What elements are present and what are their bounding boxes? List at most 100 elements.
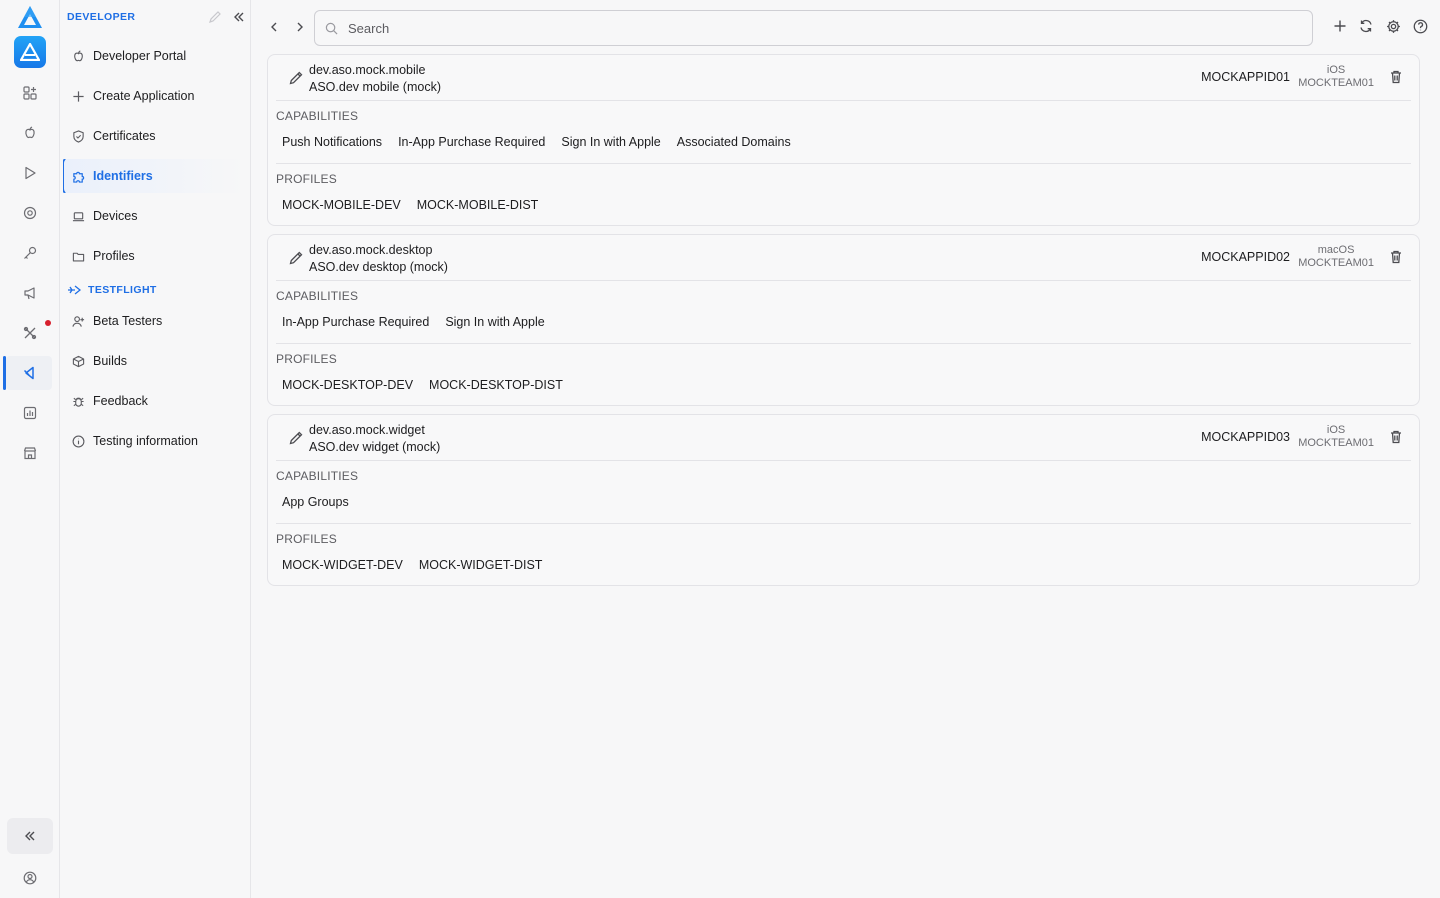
sidebar-item-builds[interactable]: Builds xyxy=(64,344,245,378)
platform-label: iOS xyxy=(1326,64,1346,76)
testflight-icon xyxy=(67,283,81,297)
sidebar-item-label: Devices xyxy=(93,209,138,223)
rail-active-indicator xyxy=(3,356,6,390)
bundle-id: dev.aso.mock.desktop xyxy=(309,243,433,257)
developer-section-header: DEVELOPER xyxy=(67,11,136,23)
capability-item: App Groups xyxy=(282,495,349,509)
identifier-card: dev.aso.mock.desktop ASO.dev desktop (mo… xyxy=(267,234,1420,406)
pencil-icon[interactable] xyxy=(208,10,222,24)
edit-identifier-button[interactable] xyxy=(288,70,304,86)
laptop-icon xyxy=(71,209,85,223)
capabilities-list: App Groups xyxy=(282,495,349,509)
sidebar-item-beta-testers[interactable]: Beta Testers xyxy=(64,304,245,338)
app-id: MOCKAPPID01 xyxy=(1201,70,1290,84)
info-icon xyxy=(71,434,85,448)
forward-button[interactable] xyxy=(290,16,310,38)
app-name: ASO.dev mobile (mock) xyxy=(309,80,441,94)
profiles-label: PROFILES xyxy=(276,352,337,366)
bundle-id: dev.aso.mock.mobile xyxy=(309,63,426,77)
notification-dot xyxy=(45,320,51,326)
account-icon[interactable] xyxy=(10,862,50,894)
sidebar-item-devices[interactable]: Devices xyxy=(64,199,245,233)
profiles-list: MOCK-MOBILE-DEV MOCK-MOBILE-DIST xyxy=(282,198,538,212)
section-divider xyxy=(276,523,1411,524)
apple-icon xyxy=(71,49,85,63)
capabilities-label: CAPABILITIES xyxy=(276,109,359,123)
key-icon[interactable] xyxy=(10,237,50,269)
analytics-icon[interactable] xyxy=(10,397,50,429)
team-id: MOCKTEAM01 xyxy=(1298,77,1374,89)
folder-icon xyxy=(71,249,85,263)
profile-item[interactable]: MOCK-DESKTOP-DIST xyxy=(429,378,563,392)
section-divider xyxy=(276,343,1411,344)
profile-item[interactable]: MOCK-MOBILE-DEV xyxy=(282,198,401,212)
sidebar-item-label: Feedback xyxy=(93,394,148,408)
refresh-button[interactable] xyxy=(1357,17,1375,35)
sidebar-item-create-application[interactable]: Create Application xyxy=(64,79,245,113)
delete-identifier-button[interactable] xyxy=(1388,249,1404,265)
sidebar-item-label: Create Application xyxy=(93,89,195,103)
sidebar: DEVELOPER Developer Portal Create Applic… xyxy=(60,0,251,898)
capabilities-label: CAPABILITIES xyxy=(276,289,359,303)
delete-identifier-button[interactable] xyxy=(1388,429,1404,445)
sidebar-item-feedback[interactable]: Feedback xyxy=(64,384,245,418)
profile-item[interactable]: MOCK-DESKTOP-DEV xyxy=(282,378,413,392)
capabilities-list: Push Notifications In-App Purchase Requi… xyxy=(282,135,791,149)
sidebar-item-label: Builds xyxy=(93,354,128,368)
plus-icon xyxy=(71,89,85,103)
profiles-list: MOCK-WIDGET-DEV MOCK-WIDGET-DIST xyxy=(282,558,542,572)
megaphone-icon[interactable] xyxy=(10,277,50,309)
sidebar-item-label: Certificates xyxy=(93,129,156,143)
capabilities-label: CAPABILITIES xyxy=(276,469,359,483)
sidebar-item-developer-portal[interactable]: Developer Portal xyxy=(64,39,245,73)
testflight-section-header: TESTFLIGHT xyxy=(67,283,157,297)
identifier-card-header: dev.aso.mock.mobile ASO.dev mobile (mock… xyxy=(276,55,1411,101)
edit-identifier-button[interactable] xyxy=(288,250,304,266)
profile-item[interactable]: MOCK-MOBILE-DIST xyxy=(417,198,539,212)
xcode-icon[interactable] xyxy=(10,357,50,389)
delete-identifier-button[interactable] xyxy=(1388,69,1404,85)
apple-icon[interactable] xyxy=(10,117,50,149)
profiles-label: PROFILES xyxy=(276,532,337,546)
icon-rail xyxy=(0,0,60,898)
target-icon[interactable] xyxy=(10,197,50,229)
section-divider xyxy=(276,163,1411,164)
sidebar-item-testing-information[interactable]: Testing information xyxy=(64,424,245,458)
app-name: ASO.dev widget (mock) xyxy=(309,440,441,454)
sidebar-item-profiles[interactable]: Profiles xyxy=(64,239,245,273)
shield-check-icon xyxy=(71,129,85,143)
identifier-card: dev.aso.mock.mobile ASO.dev mobile (mock… xyxy=(267,54,1420,226)
identifier-card: dev.aso.mock.widget ASO.dev widget (mock… xyxy=(267,414,1420,586)
sidebar-item-label: Profiles xyxy=(93,249,135,263)
back-button[interactable] xyxy=(264,16,284,38)
tools-icon[interactable] xyxy=(10,317,50,349)
platform-label: iOS xyxy=(1326,424,1346,436)
collapse-sidebar-icon[interactable] xyxy=(232,10,246,24)
profile-item[interactable]: MOCK-WIDGET-DEV xyxy=(282,558,403,572)
play-icon[interactable] xyxy=(10,157,50,189)
search-input[interactable] xyxy=(348,20,1248,36)
capability-item: Sign In with Apple xyxy=(445,315,545,329)
sidebar-item-label: Testing information xyxy=(93,434,198,448)
sidebar-item-certificates[interactable]: Certificates xyxy=(64,119,245,153)
person-add-icon xyxy=(71,314,85,328)
collapse-rail-button[interactable] xyxy=(7,818,53,854)
platform-label: macOS xyxy=(1317,244,1355,256)
help-button[interactable] xyxy=(1411,17,1429,35)
add-button[interactable] xyxy=(1331,17,1349,35)
capabilities-list: In-App Purchase Required Sign In with Ap… xyxy=(282,315,545,329)
profile-item[interactable]: MOCK-WIDGET-DIST xyxy=(419,558,543,572)
app-grid-icon[interactable] xyxy=(10,77,50,109)
store-icon[interactable] xyxy=(10,437,50,469)
profiles-label: PROFILES xyxy=(276,172,337,186)
search-bar[interactable] xyxy=(314,10,1313,46)
app-name: ASO.dev desktop (mock) xyxy=(309,260,448,274)
edit-identifier-button[interactable] xyxy=(288,430,304,446)
profiles-list: MOCK-DESKTOP-DEV MOCK-DESKTOP-DIST xyxy=(282,378,563,392)
sidebar-item-identifiers[interactable]: Identifiers xyxy=(64,159,245,193)
active-app-icon[interactable] xyxy=(14,36,46,68)
settings-button[interactable] xyxy=(1384,17,1402,35)
capability-item: Associated Domains xyxy=(676,135,791,149)
sidebar-item-label: Developer Portal xyxy=(93,49,187,63)
app-id: MOCKAPPID02 xyxy=(1201,250,1290,264)
